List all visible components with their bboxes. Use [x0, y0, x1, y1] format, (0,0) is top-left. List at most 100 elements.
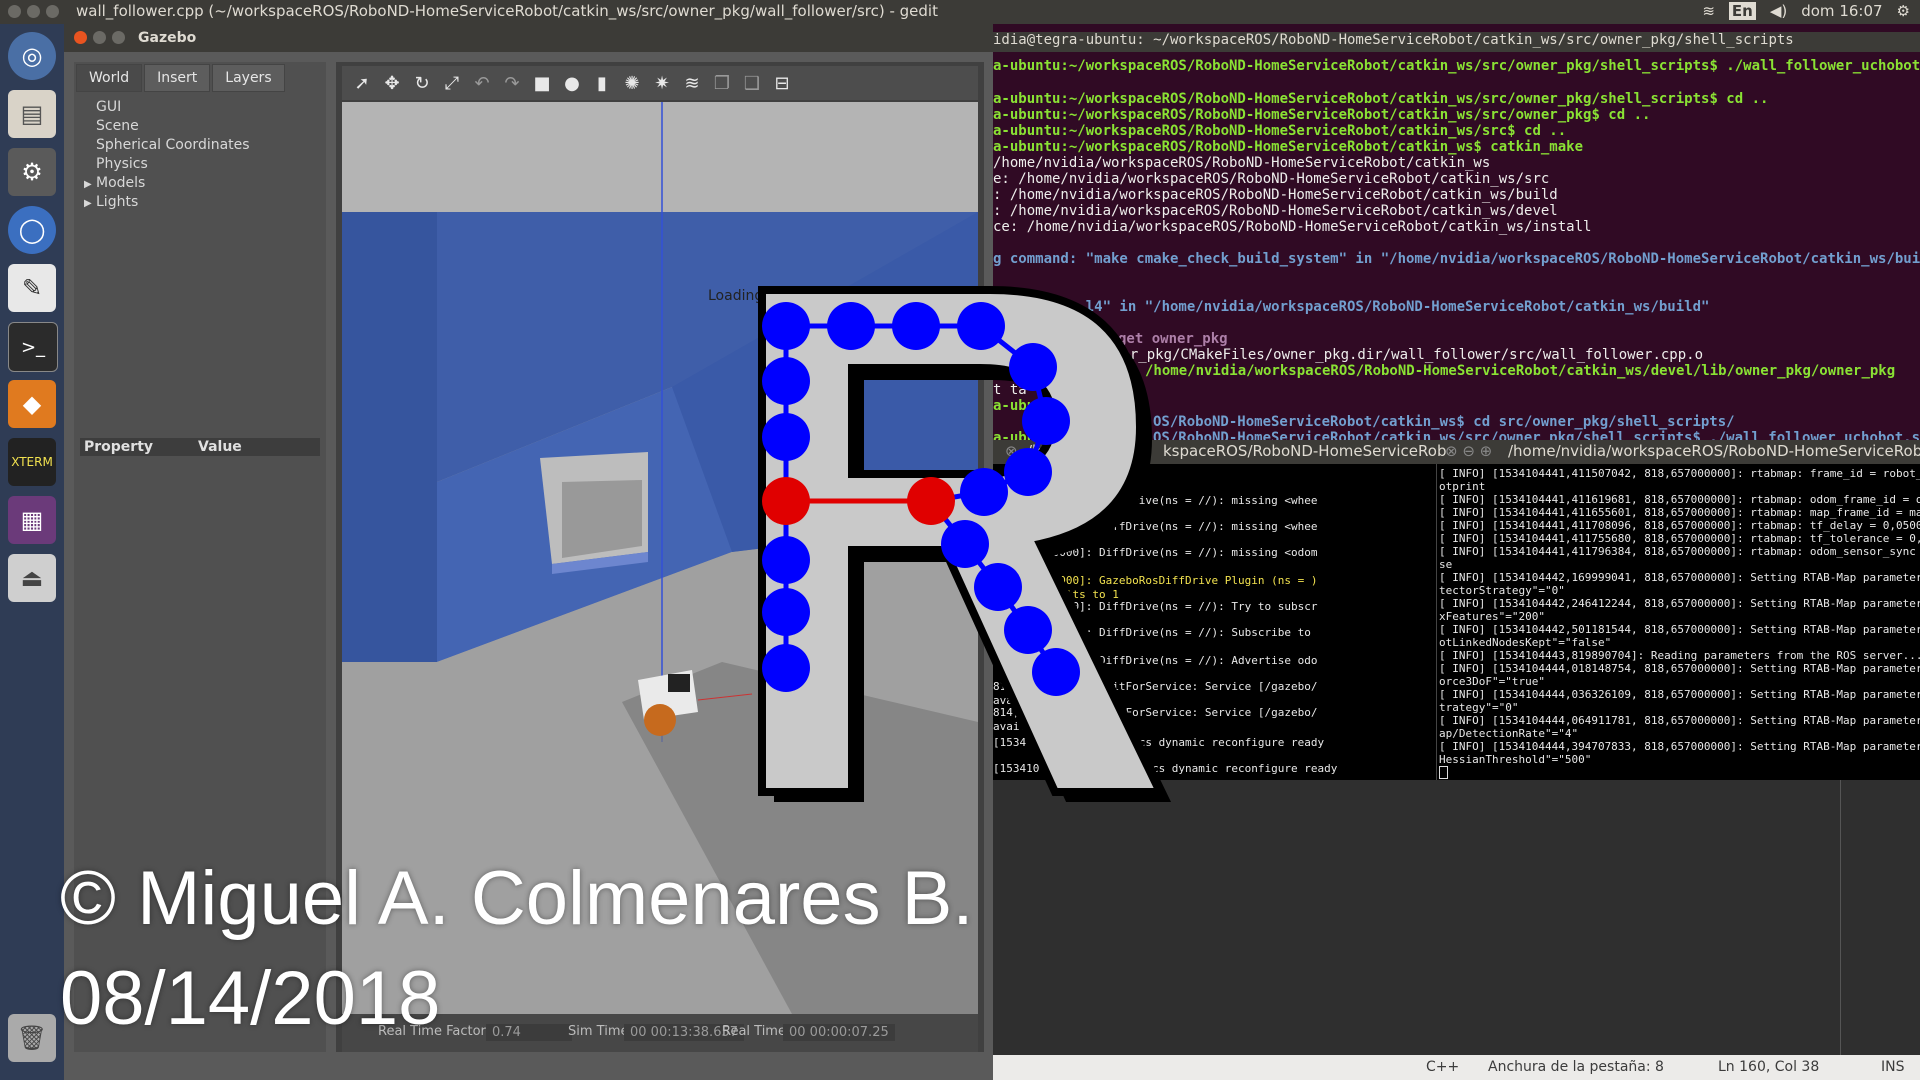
scale-icon[interactable]: ⤢	[440, 71, 464, 95]
undo-icon[interactable]: ↶	[470, 71, 494, 95]
box-icon[interactable]: ■	[530, 71, 554, 95]
tree-item-gui[interactable]: GUI	[96, 99, 121, 115]
window-title: wall_follower.cpp (~/workspaceROS/RoboND…	[76, 2, 938, 20]
redo-icon[interactable]: ↷	[500, 71, 524, 95]
wifi-icon[interactable]: ≋	[1702, 2, 1715, 20]
tab-controls-icon[interactable]: ⊗ ⊖ ⊕	[1445, 442, 1492, 460]
gear-icon[interactable]: ⚙	[1897, 2, 1910, 20]
terminal-line: ap/DetectionRate"="4"	[1439, 727, 1579, 740]
terminal-line: [ INFO] [1534104441,411507042, 818,65700…	[1439, 467, 1920, 480]
terminal-line: [ INFO] [1534104441,411655601, 818,65700…	[1439, 506, 1920, 519]
logo-node	[762, 413, 810, 461]
watermark-author: © Miguel A. Colmenares B.	[60, 856, 974, 941]
close-icon[interactable]	[74, 31, 87, 44]
terminal-line: ce: /home/nvidia/workspaceROS/RoboND-Hom…	[993, 219, 1592, 235]
maximize-icon[interactable]	[112, 31, 125, 44]
terminal-line: HessianThreshold"="500"	[1439, 753, 1592, 766]
terminal-line: [ INFO] [1534104444,036326109, 818,65700…	[1439, 688, 1920, 701]
xterm-icon[interactable]: XTERM	[8, 438, 56, 486]
tree-item-models[interactable]: Models	[96, 175, 145, 191]
logo-node	[827, 302, 875, 350]
tree-item-physics[interactable]: Physics	[96, 156, 148, 172]
clock[interactable]: dom 16:07	[1801, 2, 1882, 20]
terminal-line: trategy"="0"	[1439, 701, 1519, 714]
terminal-line: [ INFO] [1534104442,501181544, 818,65700…	[1439, 623, 1920, 636]
terminal-line: a-ubuntu:~/workspaceROS/RoboND-HomeServi…	[993, 91, 1769, 107]
terminal-line: [ INFO] [1534104443,819890704]: Reading …	[1439, 649, 1920, 662]
text-editor-icon[interactable]: ✎	[8, 264, 56, 312]
minimize-icon[interactable]	[93, 31, 106, 44]
value-column: Value	[198, 439, 242, 455]
watermark-date: 08/14/2018	[60, 956, 441, 1041]
real-time-label: Real Time:	[722, 1024, 791, 1039]
tab-layers[interactable]: Layers	[212, 64, 285, 92]
tab-width-selector[interactable]: Anchura de la pestaña: 8	[1488, 1059, 1664, 1075]
terminal-line: tectorStrategy"="0"	[1439, 584, 1565, 597]
gedit-editor-area[interactable]	[993, 780, 1920, 1055]
settings-icon[interactable]: ⚙	[8, 148, 56, 196]
property-column: Property	[84, 439, 154, 455]
tree-item-scene[interactable]: Scene	[96, 118, 139, 134]
tab-world[interactable]: World	[76, 64, 143, 92]
logo-node	[1022, 397, 1070, 445]
directional-light-icon[interactable]: ≋	[680, 71, 704, 95]
terminal-line: e: /home/nvidia/workspaceROS/RoboND-Home…	[993, 171, 1550, 187]
cursor-position[interactable]: Ln 160, Col 38	[1718, 1059, 1819, 1075]
chromium-icon[interactable]: ◯	[8, 206, 56, 254]
spot-light-icon[interactable]: ✷	[650, 71, 674, 95]
rtf-value: 0.74	[486, 1024, 572, 1041]
terminal-cursor	[1439, 766, 1448, 779]
gedit-statusbar: C++ Anchura de la pestaña: 8 Ln 160, Col…	[993, 1055, 1920, 1080]
workspace-icon[interactable]: ▦	[8, 496, 56, 544]
terminal-line: [ INFO] [1534104442,169999041, 818,65700…	[1439, 571, 1920, 584]
point-light-icon[interactable]: ✺	[620, 71, 644, 95]
disk-icon[interactable]: ⏏	[8, 554, 56, 602]
terminal-line: OS/RoboND-HomeServiceRobot/catkin_ws$ cd…	[1153, 414, 1735, 430]
terminal-line: /home/nvidia/workspaceROS/RoboND-HomeSer…	[993, 155, 1491, 171]
sphere-icon[interactable]: ●	[560, 71, 584, 95]
window-controls[interactable]	[8, 5, 59, 18]
terminal-tab-2[interactable]: /home/nvidia/workspaceROS/RoboND-HomeSer…	[1508, 442, 1920, 460]
ubuntu-dash-icon[interactable]: ◎	[8, 32, 56, 80]
terminal-line: [ INFO] [1534104441,411755680, 818,65700…	[1439, 532, 1920, 545]
rotate-icon[interactable]: ↻	[410, 71, 434, 95]
terminal-line: orce3DoF"="true"	[1439, 675, 1545, 688]
ros-logo-icon	[758, 286, 1172, 802]
logo-node	[892, 302, 940, 350]
align-icon[interactable]: ⊟	[770, 71, 794, 95]
terminal-line: a-ubuntu:~/workspaceROS/RoboND-HomeServi…	[993, 123, 1567, 139]
paste-icon[interactable]: ❑	[740, 71, 764, 95]
logo-node	[1009, 343, 1057, 391]
tab-insert[interactable]: Insert	[144, 64, 211, 92]
terminal-icon[interactable]: >_	[8, 322, 58, 372]
terminal-line: se	[1439, 558, 1453, 571]
cylinder-icon[interactable]: ▮	[590, 71, 614, 95]
copy-icon[interactable]: ❐	[710, 71, 734, 95]
logo-node	[957, 302, 1005, 350]
files-icon[interactable]: ▤	[8, 90, 56, 138]
translate-icon[interactable]: ✥	[380, 71, 404, 95]
terminal-line: a-ubuntu:~/workspaceROS/RoboND-HomeServi…	[993, 139, 1584, 155]
terminal-line: ner_pkg/CMakeFiles/owner_pkg.dir/wall_fo…	[1113, 347, 1704, 363]
terminal-line: [ INFO] [1534104441,411619681, 818,65700…	[1439, 493, 1920, 506]
tree-item-lights[interactable]: Lights	[96, 194, 138, 210]
property-header: Property Value	[80, 438, 320, 456]
select-icon[interactable]: ➚	[350, 71, 374, 95]
trash-icon[interactable]: 🗑	[8, 1014, 56, 1062]
logo-node	[1004, 448, 1052, 496]
logo-node	[762, 644, 810, 692]
language-selector[interactable]: C++	[1426, 1059, 1459, 1075]
terminal-tab-1-label[interactable]: kspaceROS/RoboND-HomeServiceRob	[1163, 442, 1446, 460]
gazebo-icon[interactable]: ◆	[8, 380, 56, 428]
expand-arrow-icon[interactable]: ▶	[84, 194, 96, 213]
terminal-line: g command: "make cmake_check_build_syste…	[993, 251, 1920, 267]
tree-item-spherical[interactable]: Spherical Coordinates	[96, 137, 250, 153]
terminal-line: a-ubuntu:~/workspaceROS/RoboND-HomeServi…	[993, 58, 1920, 74]
gazebo-toolbar: ➚ ✥ ↻ ⤢ ↶ ↷ ■ ● ▮ ✺ ✷ ≋ ❐ ❑ ⊟	[342, 66, 978, 100]
real-time-value: 00 00:00:07.25	[783, 1024, 895, 1041]
terminal-line: OS/RoboND-HomeServiceRobot/catkin_ws/src…	[1153, 430, 1920, 440]
top-panel: wall_follower.cpp (~/workspaceROS/RoboND…	[0, 0, 1920, 24]
expand-arrow-icon[interactable]: ▶	[84, 175, 96, 194]
volume-icon[interactable]: ◀)	[1770, 2, 1787, 20]
keyboard-indicator[interactable]: En	[1728, 2, 1756, 20]
